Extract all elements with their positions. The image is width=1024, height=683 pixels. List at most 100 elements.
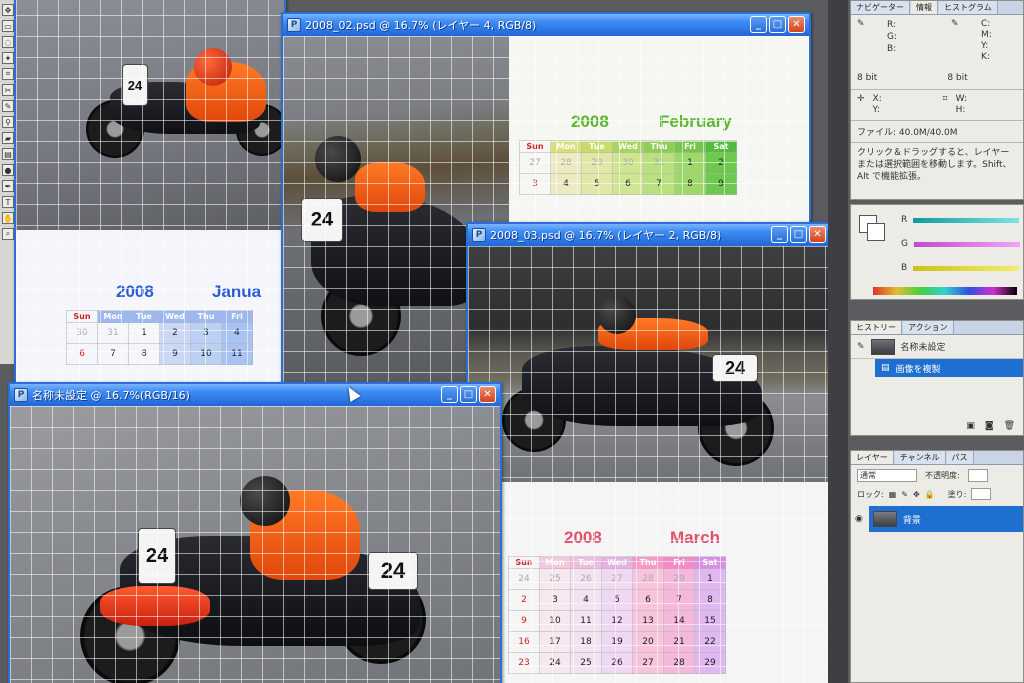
maximize-button[interactable]: □ (460, 386, 477, 403)
maximize-button[interactable]: □ (769, 16, 786, 33)
calendar-day: 27 (519, 152, 551, 174)
tab-history[interactable]: ヒストリー (851, 321, 902, 334)
untitled-document-window[interactable]: P 名称未設定 @ 16.7%(RGB/16) _ □ ✕ 24 24 (8, 382, 502, 683)
calendar-day: 1 (694, 568, 726, 590)
tab-histogram[interactable]: ヒストグラム (939, 1, 998, 14)
snapshot-brush-icon: ✎ (857, 341, 865, 352)
calendar-day: 9 (159, 343, 191, 365)
crosshair-icon: ✛ (857, 94, 865, 104)
calendar-day: 10 (539, 610, 571, 632)
layer-thumbnail (872, 511, 897, 527)
calendar-day: 18 (570, 631, 602, 653)
calendar-day: 13 (632, 610, 664, 632)
tab-layers[interactable]: レイヤー (851, 451, 894, 464)
lock-paint-icon[interactable]: ✎ (901, 490, 908, 499)
brush-tool-icon[interactable]: ✎ (2, 100, 14, 112)
zoom-tool-icon[interactable]: ⌕ (2, 228, 14, 240)
calendar-month: Janua (212, 282, 262, 301)
lock-transparency-icon[interactable]: ▦ (889, 490, 897, 499)
history-snapshot[interactable]: ✎ 名称未設定 (851, 335, 1023, 359)
window-titlebar[interactable]: P 2008_02.psd @ 16.7% (レイヤー 4, RGB/8) _ … (283, 14, 809, 36)
visibility-eye-icon[interactable]: ◉ (855, 514, 863, 524)
delete-state-icon[interactable]: 🗑 (1004, 421, 1015, 431)
lock-label: ロック: (857, 489, 884, 499)
march-document-window[interactable]: P 2008_03.psd @ 16.7% (レイヤー 2, RGB/8) _ … (466, 222, 832, 683)
calendar-day: 26 (570, 568, 602, 590)
new-snapshot-icon[interactable]: ◙ (985, 421, 994, 431)
calendar-day: 3 (190, 322, 222, 344)
calendar-day: 2 (159, 322, 191, 344)
number-plate-front: 24 (138, 528, 176, 584)
minimize-button[interactable]: _ (771, 226, 788, 243)
snapshot-thumbnail (870, 338, 895, 355)
tab-paths[interactable]: パス (946, 451, 974, 464)
lock-all-icon[interactable]: 🔒 (925, 490, 935, 499)
calendar-day: 22 (694, 631, 726, 653)
tab-navigator[interactable]: ナビゲーター (851, 1, 910, 14)
color-spectrum-bar[interactable] (873, 287, 1017, 295)
marquee-tool-icon[interactable]: ▭ (2, 20, 14, 32)
gradient-tool-icon[interactable]: ▤ (2, 148, 14, 160)
close-button[interactable]: ✕ (809, 226, 826, 243)
weekday-header: Mon (539, 556, 571, 569)
tab-info[interactable]: 情報 (911, 1, 938, 14)
crop-tool-icon[interactable]: ⌗ (2, 68, 14, 80)
weekday-header: Mon (97, 310, 129, 323)
march-photo: 24 (468, 246, 830, 482)
window-title: 名称未設定 @ 16.7%(RGB/16) (32, 389, 190, 402)
stamp-tool-icon[interactable]: ⚲ (2, 116, 14, 128)
magic-wand-tool-icon[interactable]: ✦ (2, 52, 14, 64)
maximize-button[interactable]: □ (790, 226, 807, 243)
info-y-label: Y: (872, 105, 880, 115)
calendar-day: 8 (128, 343, 160, 365)
history-state-selected[interactable]: ▤ 画像を複製 (875, 359, 1023, 377)
move-tool-icon[interactable]: ✥ (2, 4, 14, 16)
green-slider[interactable] (913, 241, 1020, 247)
background-color-swatch[interactable] (867, 223, 885, 241)
slice-tool-icon[interactable]: ✂ (2, 84, 14, 96)
calendar-day: 7 (663, 589, 695, 611)
january-document-window[interactable]: 24 2008 Janua Sun Mon Tue Wed Thu Fri 30 31 1 2 3 4… (14, 0, 286, 386)
hand-tool-icon[interactable]: ✋ (2, 212, 14, 224)
january-photo: 24 (16, 0, 284, 230)
tab-channels[interactable]: チャンネル (894, 451, 946, 464)
fill-input[interactable] (971, 488, 992, 500)
calendar-day: 28 (632, 568, 664, 590)
calendar-day: 29 (581, 152, 613, 174)
blend-mode-select[interactable]: 通常 (857, 469, 917, 482)
calendar-day: 17 (539, 631, 571, 653)
info-w-label: W: (955, 94, 968, 104)
close-button[interactable]: ✕ (788, 16, 805, 33)
calendar-day: 2 (705, 152, 737, 174)
calendar-day: 8 (674, 173, 706, 195)
info-r-label: R: (887, 20, 897, 30)
tab-actions[interactable]: アクション (903, 321, 954, 334)
pen-tool-icon[interactable]: ✒ (2, 180, 14, 192)
type-tool-icon[interactable]: T (2, 196, 14, 208)
lasso-tool-icon[interactable]: ◌ (2, 36, 14, 48)
new-document-from-state-icon[interactable]: ▣ (966, 421, 975, 431)
calendar-month: March (670, 528, 721, 547)
calendar-day: 20 (632, 631, 664, 653)
calendar-day: 25 (570, 652, 602, 674)
motorcycle-illustration: 24 24 (80, 476, 440, 683)
red-slider[interactable] (913, 217, 1020, 223)
calendar-day: 31 (97, 322, 129, 344)
window-titlebar[interactable]: P 名称未設定 @ 16.7%(RGB/16) _ □ ✕ (10, 384, 500, 406)
lock-position-icon[interactable]: ✥ (913, 490, 920, 499)
opacity-input[interactable] (967, 469, 988, 482)
eyedropper-icon: ✎ (951, 19, 959, 29)
calendar-day: 11 (570, 610, 602, 632)
close-button[interactable]: ✕ (479, 386, 496, 403)
calendar-day: 23 (508, 652, 540, 674)
minimize-button[interactable]: _ (750, 16, 767, 33)
blue-slider[interactable] (913, 265, 1020, 271)
eraser-tool-icon[interactable]: ▰ (2, 132, 14, 144)
weekday-header: Sun (519, 140, 551, 153)
layer-row-background[interactable]: ◉ 背景 (851, 506, 1023, 532)
dodge-tool-icon[interactable]: ● (2, 164, 14, 176)
january-calendar: 2008 Janua Sun Mon Tue Wed Thu Fri 30 31 1 2 3 4 6 7 8… (16, 230, 284, 384)
minimize-button[interactable]: _ (441, 386, 458, 403)
window-titlebar[interactable]: P 2008_03.psd @ 16.7% (レイヤー 2, RGB/8) _ … (468, 224, 830, 246)
calendar-day: 5 (601, 589, 633, 611)
